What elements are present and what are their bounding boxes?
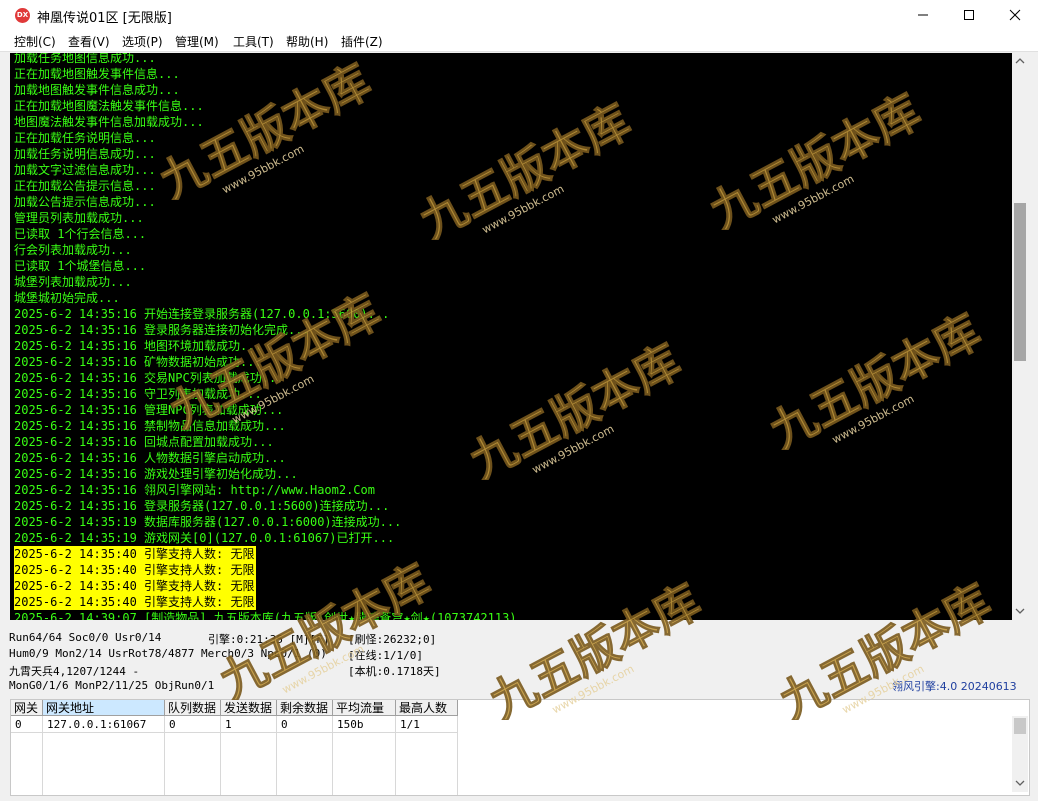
table-cell[interactable]: 0 xyxy=(165,716,221,733)
status-uptime: [本机:0.1718天] xyxy=(348,665,441,678)
log-line: 2025-6-2 14:35:19 游戏网关[0](127.0.0.1:6106… xyxy=(14,531,395,545)
engine-version: 翎风引擎:4.0 20240613 xyxy=(892,680,1017,693)
col-header-queue[interactable]: 队列数据 xyxy=(165,700,221,716)
window-title: 神凰传说01区 [无限版] xyxy=(37,11,172,26)
log-scroll-thumb[interactable] xyxy=(1014,203,1026,361)
menu-manage[interactable]: 管理(M) xyxy=(175,33,219,50)
log-line: 城堡列表加载成功... xyxy=(14,275,132,289)
status-online: [在线:1/1/0] xyxy=(348,649,423,662)
log-line: 2025-6-2 14:35:16 人物数据引擎启动成功... xyxy=(14,451,286,465)
table-scrollbar[interactable] xyxy=(1012,716,1028,792)
log-console[interactable]: 加载任务地图信息成功... 正在加载地图触发事件信息... 加载地图触发事件信息成功… xyxy=(10,53,1012,620)
status-hum: Hum0/9 Mon2/14 UsrRot78/4877 Merch0/3 Np… xyxy=(9,647,327,660)
log-line: 2025-6-2 14:35:40 引擎支持人数: 无限 xyxy=(14,578,256,594)
table-cell[interactable]: 150b xyxy=(333,716,396,733)
status-map: 九霄天兵4,1207/1244 - xyxy=(9,665,140,678)
gateway-table[interactable]: 网关 网关地址 队列数据 发送数据 剩余数据 平均流量 最高人数 0 127.0… xyxy=(10,699,1030,796)
menu-control[interactable]: 控制(C) xyxy=(14,33,56,50)
app-icon[interactable]: DX xyxy=(15,8,30,23)
log-line: 管理员列表加载成功... xyxy=(14,211,144,225)
log-line: 2025-6-2 14:35:16 翎风引擎网站: http://www.Hao… xyxy=(14,483,375,497)
log-line: 2025-6-2 14:35:19 数据库服务器(127.0.0.1:6000)… xyxy=(14,515,402,529)
table-cell[interactable]: 0 xyxy=(11,716,43,733)
minimize-button[interactable] xyxy=(900,0,946,30)
log-line: 2025-6-2 14:35:16 开始连接登录服务器(127.0.0.1:56… xyxy=(14,307,390,321)
log-line: 2025-6-2 14:35:16 回城点配置加载成功... xyxy=(14,435,274,449)
table-cell[interactable]: 127.0.0.1:61067 xyxy=(43,716,165,733)
maximize-button[interactable] xyxy=(946,0,992,30)
status-mon: MonG0/1/6 MonP2/11/25 ObjRun0/1 xyxy=(9,679,215,692)
log-line: 正在加载公告提示信息... xyxy=(14,179,156,193)
log-line: 正在加载地图触发事件信息... xyxy=(14,67,180,81)
close-icon xyxy=(1009,9,1021,21)
log-line: 加载文字过滤信息成功... xyxy=(14,163,156,177)
grid-line xyxy=(457,733,458,795)
log-line: 加载任务说明信息成功... xyxy=(14,147,156,161)
table-scroll-down-icon[interactable] xyxy=(1015,778,1025,788)
log-line: 加载公告提示信息成功... xyxy=(14,195,156,209)
col-header-remain[interactable]: 剩余数据 xyxy=(277,700,333,716)
log-line: 正在加载地图魔法触发事件信息... xyxy=(14,99,204,113)
table-cell[interactable]: 1 xyxy=(221,716,277,733)
col-header-sent[interactable]: 发送数据 xyxy=(221,700,277,716)
table-cell[interactable]: 1/1 xyxy=(396,716,458,733)
maximize-icon xyxy=(964,10,974,20)
col-header-address[interactable]: 网关地址 xyxy=(43,700,165,716)
log-line: 加载地图触发事件信息成功... xyxy=(14,83,180,97)
menu-view[interactable]: 查看(V) xyxy=(68,33,110,50)
scroll-down-icon[interactable] xyxy=(1015,606,1025,616)
minimize-icon xyxy=(918,14,928,16)
log-line: 2025-6-2 14:35:16 游戏处理引擎初始化成功... xyxy=(14,467,298,481)
menu-tools[interactable]: 工具(T) xyxy=(233,33,274,50)
grid-line xyxy=(332,733,333,795)
log-line: 2025-6-2 14:35:16 登录服务器(127.0.0.1:5600)连… xyxy=(14,499,390,513)
status-engine-time: 引擎:0:21:35 [M][F] xyxy=(208,633,330,646)
grid-line xyxy=(276,733,277,795)
table-cell[interactable]: 0 xyxy=(277,716,333,733)
menu-bar: 控制(C) 查看(V) 选项(P) 管理(M) 工具(T) 帮助(H) 插件(Z… xyxy=(0,30,1038,52)
status-run: Run64/64 Soc0/0 Usr0/14 xyxy=(9,631,162,644)
col-header-traffic[interactable]: 平均流量 xyxy=(333,700,396,716)
log-line: 行会列表加载成功... xyxy=(14,243,132,257)
grid-line xyxy=(395,733,396,795)
log-line: 加载任务地图信息成功... xyxy=(14,53,156,65)
log-line: 2025-6-2 14:35:40 引擎支持人数: 无限 xyxy=(14,562,256,578)
log-line: 2025-6-2 14:35:16 交易NPC列表加载成功... xyxy=(14,371,284,385)
log-line: 2025-6-2 14:35:16 矿物数据初始成功... xyxy=(14,355,262,369)
log-line: 2025-6-2 14:35:16 禁制物品信息加载成功... xyxy=(14,419,286,433)
menu-options[interactable]: 选项(P) xyxy=(122,33,163,50)
col-header-gate[interactable]: 网关 xyxy=(11,700,43,716)
grid-line xyxy=(42,733,43,795)
grid-line xyxy=(220,733,221,795)
log-line: 2025-6-2 14:35:16 守卫列表加载成功... xyxy=(14,387,262,401)
log-line: 2025-6-2 14:35:40 引擎支持人数: 无限 xyxy=(14,546,256,562)
log-line: 2025-6-2 14:35:16 登录服务器连接初始化完成... xyxy=(14,323,310,337)
log-line: 已读取 1个城堡信息... xyxy=(14,259,147,273)
log-line: 2025-6-2 14:35:16 管理NPC列表加载成功... xyxy=(14,403,284,417)
log-line: 2025-6-2 14:35:40 引擎支持人数: 无限 xyxy=(14,594,256,610)
close-button[interactable] xyxy=(992,0,1038,30)
log-line: 2025-6-2 14:35:16 地图环境加载成功... xyxy=(14,339,262,353)
table-scroll-thumb[interactable] xyxy=(1014,718,1026,734)
log-scrollbar[interactable] xyxy=(1012,53,1028,620)
status-panel: Run64/64 Soc0/0 Usr0/14 引擎:0:21:35 [M][F… xyxy=(0,622,1030,698)
title-bar[interactable]: DX 神凰传说01区 [无限版] xyxy=(0,0,1038,30)
menu-plugins[interactable]: 插件(Z) xyxy=(341,33,383,50)
grid-line xyxy=(164,733,165,795)
log-line: 城堡城初始完成... xyxy=(14,291,120,305)
log-line: 已读取 1个行会信息... xyxy=(14,227,147,241)
log-line: 地图魔法触发事件信息加载成功... xyxy=(14,115,204,129)
scroll-up-icon[interactable] xyxy=(1015,56,1025,66)
log-line: 正在加载任务说明信息... xyxy=(14,131,156,145)
log-line: 2025-6-2 14:39:07 [制造物品] 九五版本库(九五版)创世★龍鳴… xyxy=(14,611,517,620)
status-spawn: [刷怪:26232;0] xyxy=(348,633,437,646)
col-header-max-users[interactable]: 最高人数 xyxy=(396,700,458,716)
menu-help[interactable]: 帮助(H) xyxy=(286,33,328,50)
